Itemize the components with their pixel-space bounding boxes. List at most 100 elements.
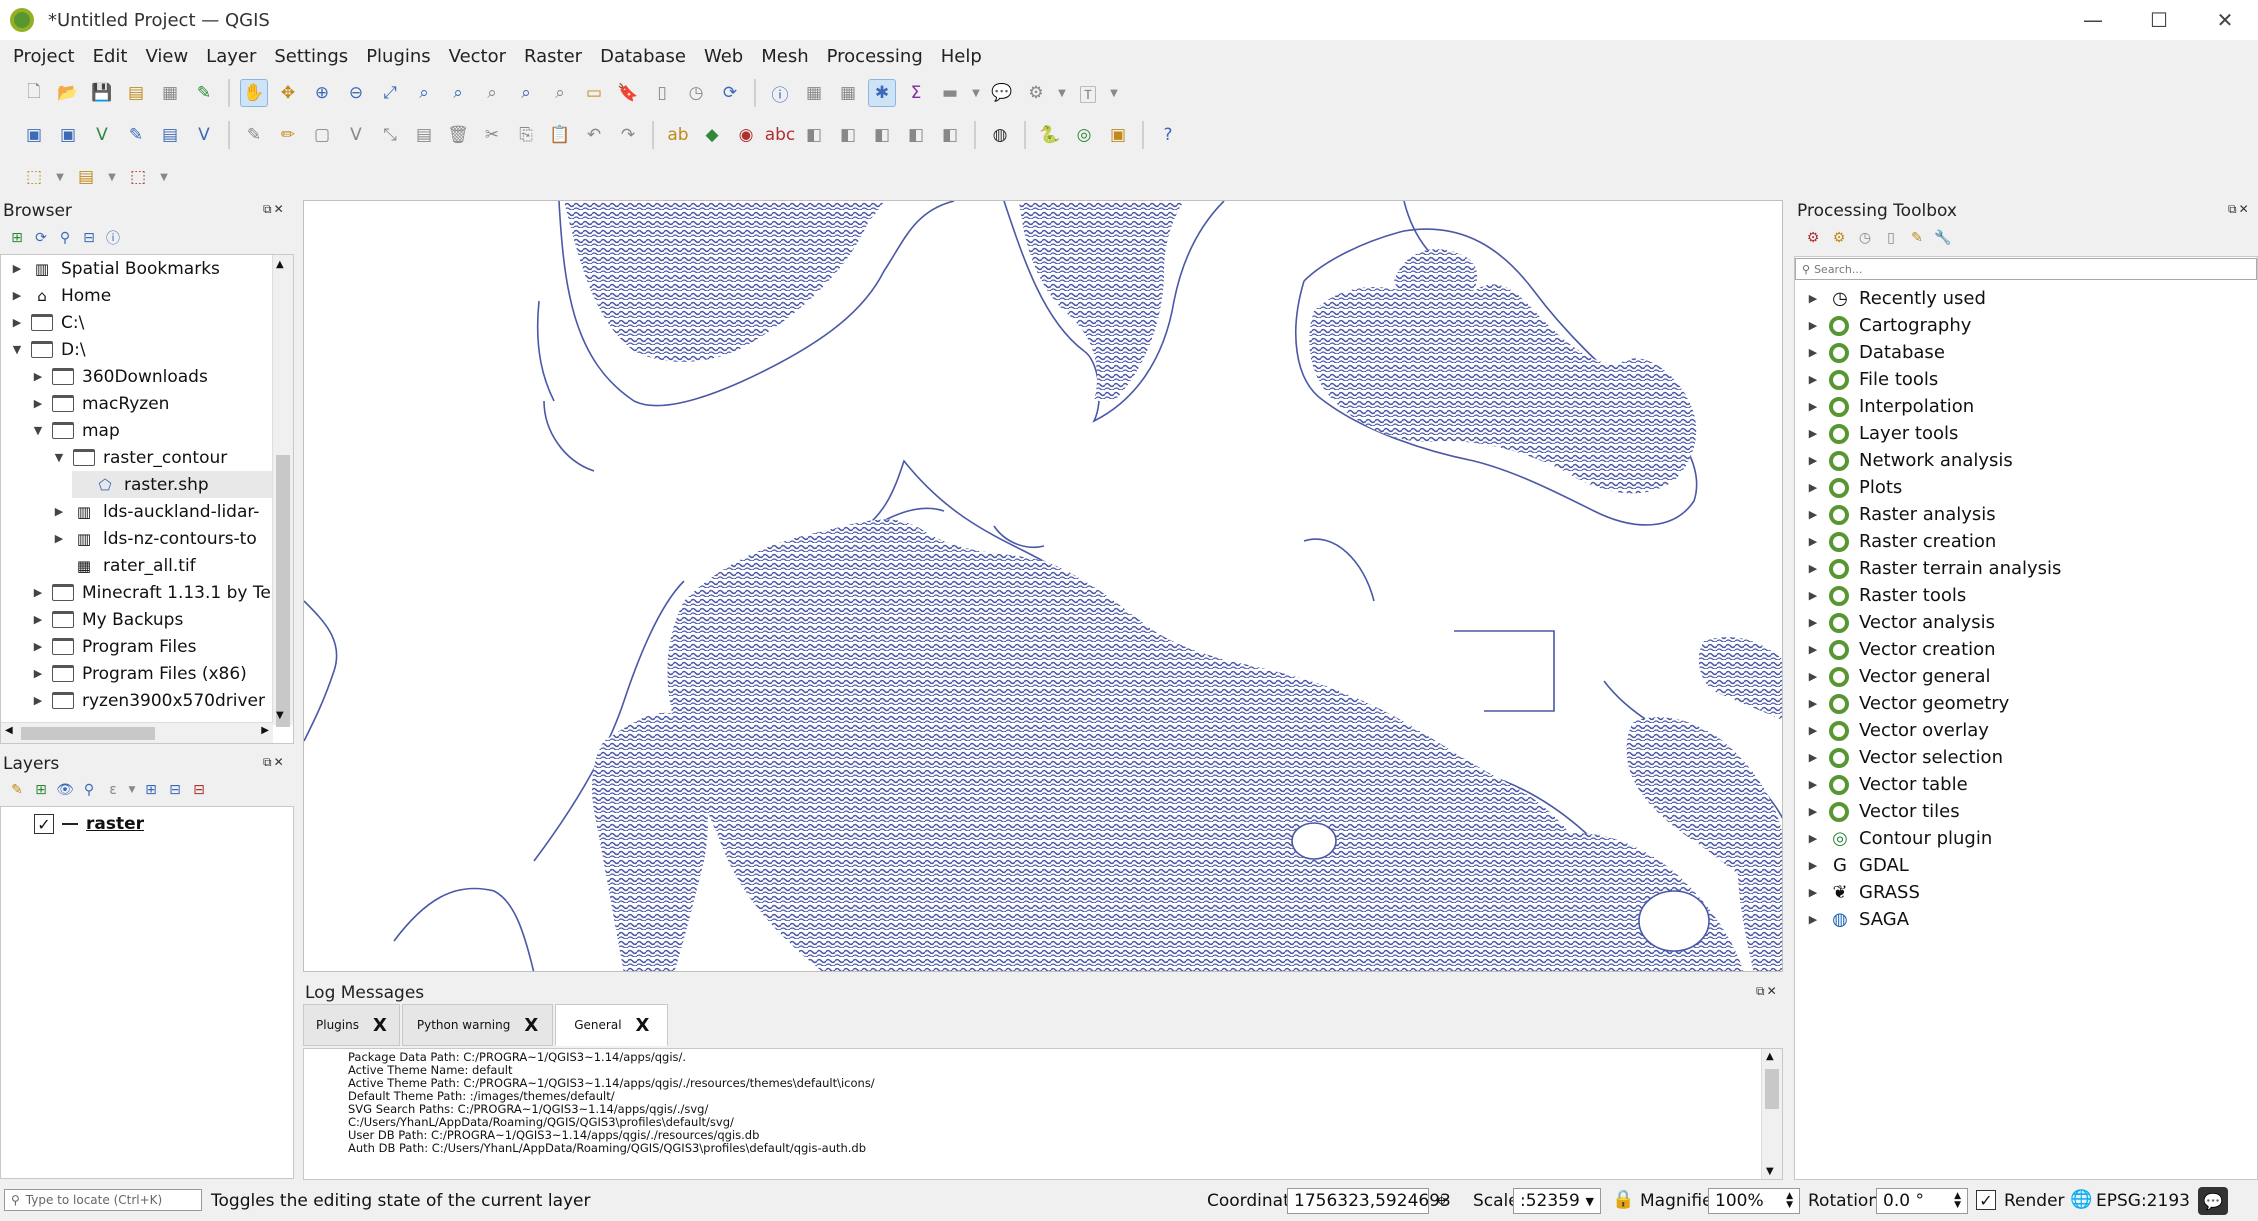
expand-arrow-icon[interactable]: ▼ [9,343,25,356]
toolbox-provider[interactable]: ▶ Raster terrain analysis [1805,555,2062,582]
style-manager-icon[interactable]: ✎ [190,79,218,107]
expand-arrow-icon[interactable]: ▼ [30,424,46,437]
mouse-cursor-icon[interactable]: ⌖ [1436,1188,1447,1212]
remove-layer-icon[interactable]: ⊟ [188,779,210,801]
collapse-arrow-icon[interactable]: ▶ [1805,508,1821,521]
lock-icon[interactable]: 🔒 [1612,1189,1634,1210]
collapse-all-icon[interactable]: ⊟ [78,227,100,249]
coordinate-field[interactable]: 1756323,5924693 [1287,1188,1451,1214]
collapse-arrow-icon[interactable]: ▶ [30,694,46,707]
move-label-icon[interactable]: ◧ [834,121,862,149]
new-temporary-layer-icon[interactable]: ▤ [156,121,184,149]
toolbox-provider[interactable]: ▶ Cartography [1805,312,1972,339]
magnifier-spinbox[interactable]: 100% ▲ ▼ [1708,1188,1800,1214]
text-annotation-icon[interactable]: 🅃 [1074,79,1102,107]
label-tool-icon[interactable]: ab [664,121,692,149]
messages-icon[interactable]: 💬 [2198,1187,2228,1215]
dropdown-arrow-icon[interactable]: ▼ [1108,79,1120,107]
browser-dock-controls[interactable]: ⧉✕ [263,202,286,217]
collapse-arrow-icon[interactable]: ▶ [1805,589,1821,602]
refresh-browser-icon[interactable]: ⟳ [30,227,52,249]
layout-manager-icon[interactable]: ▦ [156,79,184,107]
browser-item[interactable]: ▶ 360Downloads [30,363,208,390]
collapse-arrow-icon[interactable]: ▶ [30,397,46,410]
toolbox-provider[interactable]: ▶ ◷ Recently used [1805,285,1986,312]
browser-item[interactable]: ▶ ▥ lds-auckland-lidar- [51,498,260,525]
browser-item[interactable]: ▶ ⌂ Home [9,282,111,309]
expand-all-icon[interactable]: ⊞ [140,779,162,801]
gps-plugin-icon[interactable]: ◍ [986,121,1014,149]
filter-browser-icon[interactable]: ⚲ [54,227,76,249]
map-tips-icon[interactable]: 💬 [988,79,1016,107]
zoom-next-icon[interactable]: ⌕ [546,79,574,107]
measure-line-icon[interactable]: ▬ [936,79,964,107]
minimize-button[interactable]: — [2060,0,2126,40]
layer-styling-icon[interactable]: ✎ [6,779,28,801]
menu-processing[interactable]: Processing [820,46,930,67]
collapse-arrow-icon[interactable]: ▶ [30,370,46,383]
new-bookmark-icon[interactable]: 🔖 [614,79,642,107]
show-hide-labels-icon[interactable]: ◧ [800,121,828,149]
vertex-tool-icon[interactable]: ⤡ [376,121,404,149]
digitize-icon[interactable]: V [342,121,370,149]
dropdown-arrow-icon[interactable]: ▼ [106,163,118,191]
toolbox-provider[interactable]: ▶ Raster analysis [1805,501,1996,528]
collapse-arrow-icon[interactable]: ▶ [51,532,67,545]
save-edits-icon[interactable]: ▢ [308,121,336,149]
toolbox-provider[interactable]: ▶ ❦ GRASS [1805,879,1920,906]
collapse-arrow-icon[interactable]: ▶ [1805,292,1821,305]
browser-item[interactable]: ▼ D:\ [9,336,86,363]
toolbox-provider[interactable]: ▶ Network analysis [1805,447,2013,474]
browser-item[interactable]: ▼ raster_contour [51,444,227,471]
toolbox-provider[interactable]: ▶ G GDAL [1805,852,1909,879]
browser-hscrollbar[interactable]: ◀ ▶ [1,722,273,743]
dropdown-arrow-icon[interactable]: ▼ [1056,79,1068,107]
expand-arrow-icon[interactable]: ▼ [51,451,67,464]
zoom-out-icon[interactable]: ⊖ [342,79,370,107]
toolbox-provider[interactable]: ▶ Vector general [1805,663,1991,690]
collapse-arrow-icon[interactable]: ▶ [30,586,46,599]
menu-raster[interactable]: Raster [517,46,589,67]
toolbox-provider[interactable]: ▶ Vector geometry [1805,690,2010,717]
toolbox-provider[interactable]: ▶ Vector creation [1805,636,1996,663]
toolbox-provider[interactable]: ▶ Layer tools [1805,420,1959,447]
filter-expression-icon[interactable]: ε [102,779,124,801]
close-tab-icon[interactable]: X [524,1015,538,1036]
log-dock-controls[interactable]: ⧉✕ [1756,984,1779,999]
close-tab-icon[interactable]: X [636,1015,650,1036]
menu-view[interactable]: View [138,46,195,67]
dropdown-arrow-icon[interactable]: ▼ [126,779,138,801]
models-icon[interactable]: ⚙ [1802,227,1824,249]
browser-item[interactable]: ▶ My Backups [30,606,184,633]
collapse-arrow-icon[interactable]: ▶ [1805,724,1821,737]
log-output[interactable]: Package Data Path: C:/PROGRA~1/QGIS3~1.1… [303,1048,1783,1180]
globe-icon[interactable]: 🌐 [2070,1189,2092,1210]
new-project-icon[interactable]: 🗋 [20,79,48,107]
collapse-arrow-icon[interactable]: ▶ [30,667,46,680]
menu-settings[interactable]: Settings [267,46,355,67]
map-canvas[interactable] [303,200,1783,972]
dropdown-arrow-icon[interactable]: ▼ [158,163,170,191]
zoom-to-layer-icon[interactable]: ⌕ [444,79,472,107]
browser-item[interactable]: ▶ ▥ Spatial Bookmarks [9,255,220,282]
paste-features-icon[interactable]: 📋 [546,121,574,149]
help-contents-icon[interactable]: ? [1154,121,1182,149]
browser-item[interactable]: ▶ Program Files [30,633,197,660]
rotate-label-icon[interactable]: ◧ [868,121,896,149]
toolbox-provider[interactable]: ▶ ◍ SAGA [1805,906,1909,933]
collapse-arrow-icon[interactable]: ▶ [1805,454,1821,467]
collapse-arrow-icon[interactable]: ▶ [1805,373,1821,386]
crs-label[interactable]: EPSG:2193 [2096,1191,2190,1211]
menu-plugins[interactable]: Plugins [359,46,437,67]
new-map-view-icon[interactable]: ▭ [580,79,608,107]
layer-visibility-checkbox[interactable]: ✓ [34,814,54,834]
collapse-arrow-icon[interactable]: ▶ [1805,805,1821,818]
pan-to-selection-icon[interactable]: ✥ [274,79,302,107]
manage-themes-icon[interactable]: 👁 [54,779,76,801]
collapse-arrow-icon[interactable]: ▶ [1805,832,1821,845]
browser-item[interactable]: ▶ ▥ lds-nz-contours-to [51,525,257,552]
toolbox-provider[interactable]: ▶ Raster creation [1805,528,1997,555]
zoom-to-selection-icon[interactable]: ⌕ [410,79,438,107]
collapse-arrow-icon[interactable]: ▶ [1805,643,1821,656]
results-viewer-icon[interactable]: ▯ [1880,227,1902,249]
